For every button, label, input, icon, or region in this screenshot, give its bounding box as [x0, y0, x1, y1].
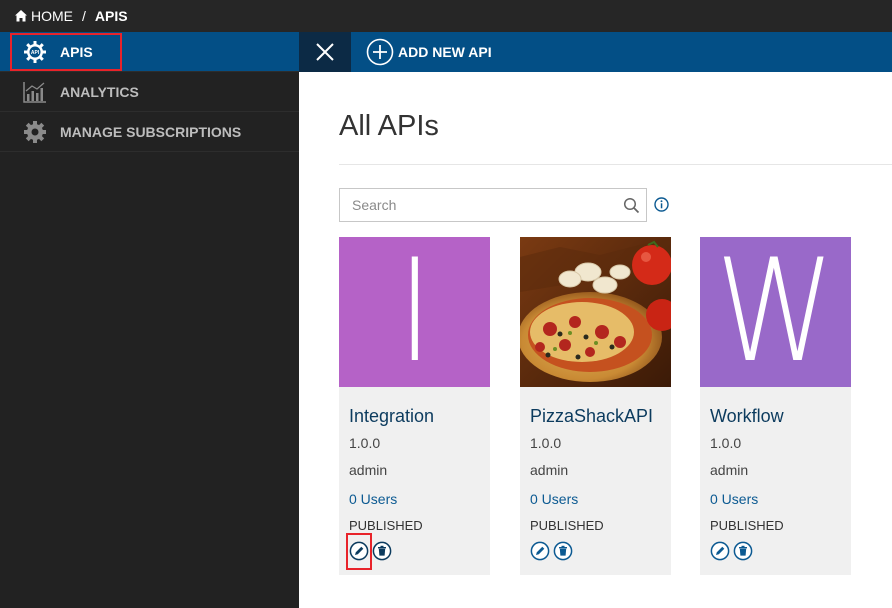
home-icon[interactable]: [14, 9, 28, 23]
breadcrumb-current: APIS: [94, 8, 128, 24]
sidebar-item-analytics[interactable]: ANALYTICS: [0, 72, 299, 112]
api-name[interactable]: Integration: [349, 406, 490, 427]
api-name[interactable]: Workflow: [710, 406, 851, 427]
api-users: 0 Users: [530, 491, 579, 507]
search-box: [339, 188, 647, 222]
thumbnail-letter: W: [715, 237, 836, 387]
close-button[interactable]: [299, 32, 351, 72]
api-thumbnail[interactable]: W: [700, 237, 851, 387]
status-label: PUBLISHED: [530, 518, 604, 533]
divider: [339, 164, 892, 165]
status-label: PUBLISHED: [349, 518, 423, 533]
sidebar: API APIS ANALYTICS MANAGE SUBSCRIPTIONS: [0, 32, 299, 608]
breadcrumb-home-link[interactable]: HOME: [31, 8, 73, 24]
sidebar-item-label: MANAGE SUBSCRIPTIONS: [60, 123, 242, 140]
sidebar-item-label: ANALYTICS: [60, 83, 139, 100]
delete-icon[interactable]: [372, 541, 392, 561]
edit-icon[interactable]: [710, 541, 730, 561]
add-new-api-label: ADD NEW API: [398, 44, 492, 60]
highlight-box: [10, 33, 122, 71]
delete-icon[interactable]: [553, 541, 573, 561]
breadcrumb-separator: /: [82, 8, 86, 24]
api-owner: admin: [349, 462, 388, 478]
api-owner: admin: [530, 462, 569, 478]
highlight-box: [346, 533, 372, 570]
api-version: 1.0.0: [710, 435, 742, 451]
close-icon: [316, 43, 334, 61]
search-icon[interactable]: [623, 197, 640, 214]
info-icon[interactable]: [654, 197, 669, 212]
plus-circle-icon: [366, 38, 394, 66]
page-title: All APIs: [339, 110, 439, 142]
api-thumbnail[interactable]: [520, 237, 671, 387]
status-label: PUBLISHED: [710, 518, 784, 533]
delete-icon[interactable]: [733, 541, 753, 561]
action-bar: ADD NEW API: [299, 32, 892, 72]
api-users: 0 Users: [710, 491, 759, 507]
api-card-workflow[interactable]: W Workflow 1.0.0 admin 0 Users PUBLISHED: [700, 237, 851, 575]
sidebar-item-manage-subscriptions[interactable]: MANAGE SUBSCRIPTIONS: [0, 112, 299, 152]
gear-icon: [22, 119, 48, 145]
api-thumbnail[interactable]: I: [339, 237, 490, 387]
pizza-image: [520, 237, 671, 387]
api-users: 0 Users: [349, 491, 398, 507]
api-version: 1.0.0: [349, 435, 381, 451]
edit-icon[interactable]: [530, 541, 550, 561]
add-new-api-button[interactable]: ADD NEW API: [366, 38, 492, 66]
api-owner: admin: [710, 462, 749, 478]
sidebar-item-apis[interactable]: API APIS: [0, 32, 299, 72]
api-version: 1.0.0: [530, 435, 562, 451]
search-input[interactable]: [340, 189, 610, 221]
api-card-integration[interactable]: I Integration 1.0.0 admin 0 Users PUBLIS…: [339, 237, 490, 575]
api-card-pizzashackapi[interactable]: PizzaShackAPI 1.0.0 admin 0 Users PUBLIS…: [520, 237, 671, 575]
api-name[interactable]: PizzaShackAPI: [530, 406, 671, 427]
analytics-chart-icon: [22, 79, 48, 105]
thumbnail-letter: I: [396, 237, 433, 387]
breadcrumb: HOME / APIS: [0, 0, 892, 32]
